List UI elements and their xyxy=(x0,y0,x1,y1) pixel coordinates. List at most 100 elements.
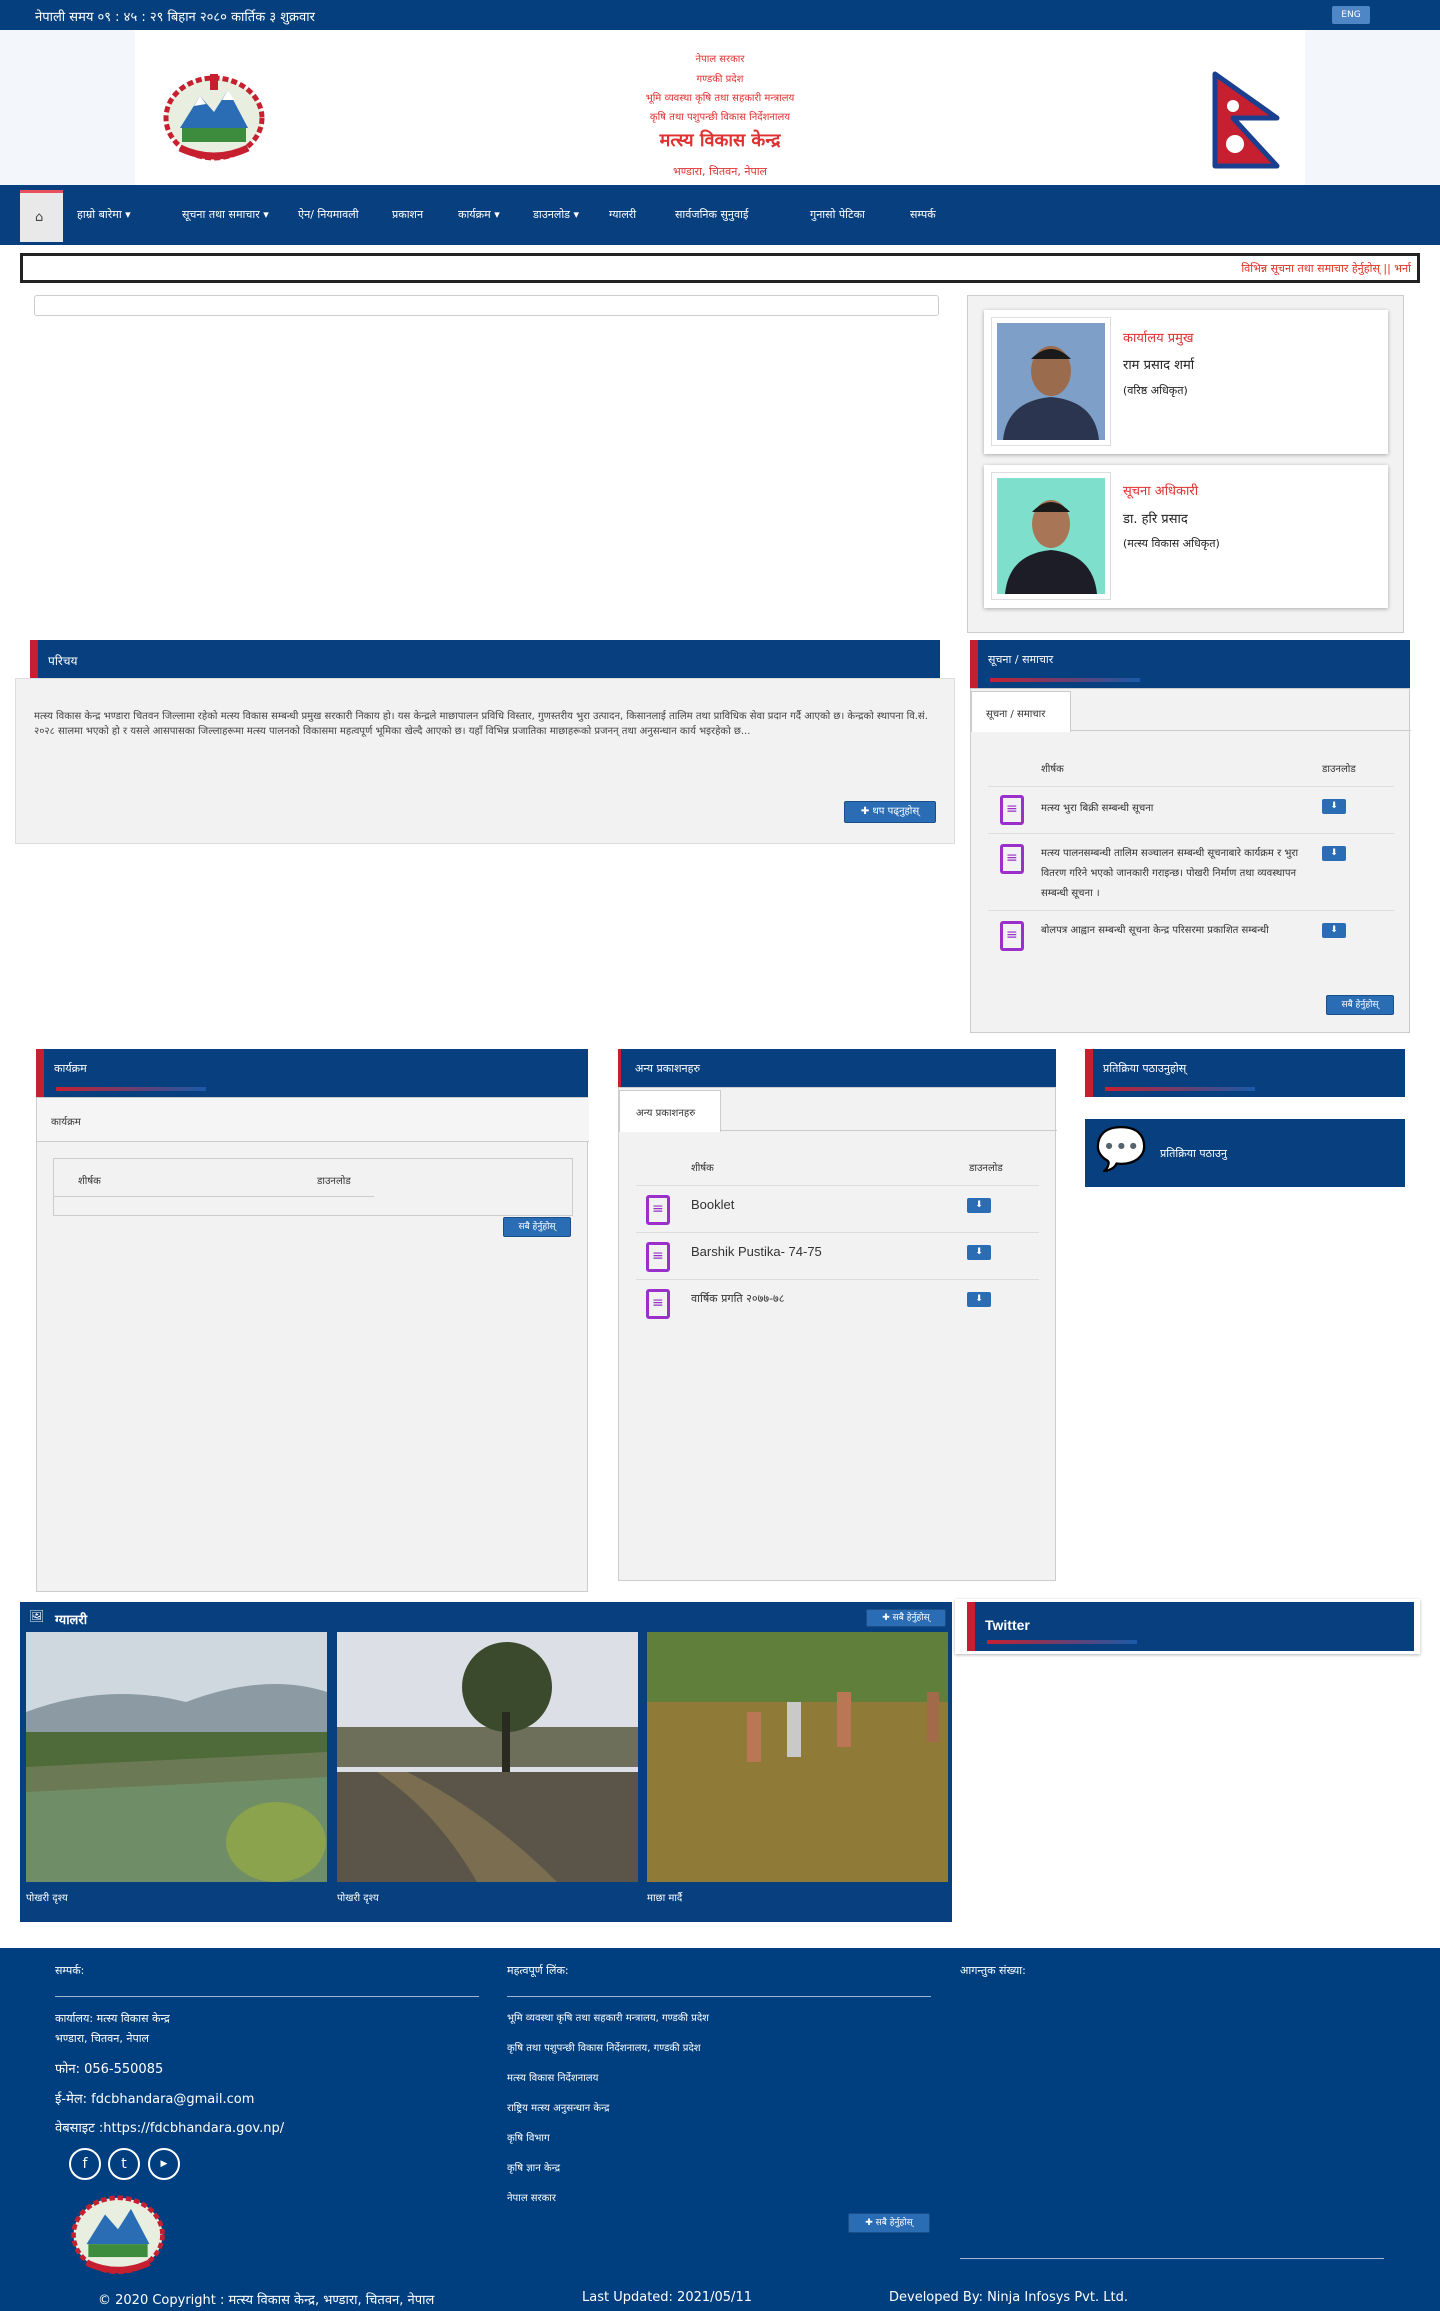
footer-link[interactable]: नेपाल सरकार xyxy=(507,2190,556,2204)
gallery-photo-2[interactable] xyxy=(337,1632,638,1882)
chat-bubble-icon: 💬 xyxy=(1095,1124,1148,1173)
gallery-photo-1[interactable] xyxy=(26,1632,327,1882)
site-footer: सम्पर्क: कार्यालय: मत्स्य विकास केन्द्र … xyxy=(0,1948,1440,2311)
header-line-1: नेपाल सरकार xyxy=(695,54,745,65)
footer-links-view-all-button[interactable]: ✚ सबै हेर्नुहोस् xyxy=(848,2213,930,2233)
publication-row[interactable]: Barshik Pustika- 74-75 xyxy=(636,1233,1039,1280)
document-icon xyxy=(646,1242,670,1272)
nav-item-download[interactable]: डाउनलोड ▾ xyxy=(533,207,579,222)
col-download: डाउनलोड xyxy=(1322,764,1356,775)
gallery-caption: पोखरी दृश्य xyxy=(337,1893,379,1904)
download-icon[interactable] xyxy=(967,1292,991,1307)
publication-title[interactable]: वार्षिक प्रगति २०७७-७८ xyxy=(691,1291,784,1306)
news-ticker[interactable]: विभिन्न सूचना तथा समाचार हेर्नुहोस् || भ… xyxy=(20,253,1420,283)
gallery-caption: पोखरी दृश्य xyxy=(26,1893,68,1904)
footer-link[interactable]: राष्ट्रिय मत्स्य अनुसन्धान केन्द्र xyxy=(507,2100,609,2114)
twitter-icon[interactable]: t xyxy=(108,2148,140,2180)
footer-developer[interactable]: Developed By: Ninja Infosys Pvt. Ltd. xyxy=(889,2290,1128,2305)
chief-photo xyxy=(997,323,1105,440)
footer-link[interactable]: कृषि विभाग xyxy=(507,2130,550,2144)
footer-link[interactable]: मत्स्य विकास निर्देशनालय xyxy=(507,2070,598,2084)
nav-item-gallery[interactable]: ग्यालरी xyxy=(609,207,636,222)
notice-title[interactable]: मत्स्य पालनसम्बन्धी तालिम सञ्चालन सम्बन्… xyxy=(1041,844,1301,904)
notice-title[interactable]: बोलपत्र आह्वान सम्बन्धी सूचना केन्द्र पर… xyxy=(1041,921,1301,941)
twitter-widget: Twitter xyxy=(955,1599,1420,1654)
publication-title[interactable]: Booklet xyxy=(691,1197,734,1212)
programs-heading: कार्यक्रम xyxy=(54,1062,87,1075)
footer-website[interactable]: वेबसाइट :https://fdcbhandara.gov.np/ xyxy=(55,2118,284,2136)
publications-heading: अन्य प्रकाशनहरु xyxy=(635,1062,701,1075)
tab-programs[interactable]: कार्यक्रम xyxy=(51,1114,81,1128)
tab-publications[interactable]: अन्य प्रकाशनहरु xyxy=(619,1090,721,1132)
footer-link[interactable]: कृषि तथा पशुपन्छी विकास निर्देशनालय, गण्… xyxy=(507,2040,701,2054)
notice-title[interactable]: मत्स्य भुरा बिक्री सम्बन्धी सूचना xyxy=(1041,799,1301,819)
site-address: भण्डारा, चितवन, नेपाल xyxy=(672,165,767,178)
gallery-caption: माछा मार्दै xyxy=(647,1893,683,1904)
publication-row[interactable]: Booklet xyxy=(636,1186,1039,1233)
col-title: शीर्षक xyxy=(691,1163,714,1174)
site-title: मत्स्य विकास केन्द्र xyxy=(659,130,781,151)
footer-link[interactable]: कृषि ज्ञान केन्द्र xyxy=(507,2160,560,2174)
image-slider[interactable] xyxy=(34,295,939,316)
twitter-heading: Twitter xyxy=(985,1617,1030,1633)
ticker-text[interactable]: विभिन्न सूचना तथा समाचार हेर्नुहोस् || भ… xyxy=(1241,261,1411,276)
notice-row[interactable]: मत्स्य भुरा बिक्री सम्बन्धी सूचना xyxy=(988,787,1394,834)
footer-phone: फोन: 056-550085 xyxy=(55,2062,164,2077)
footer-contact-heading: सम्पर्क: xyxy=(55,1964,85,1977)
feedback-header: प्रतिक्रिया पठाउनुहोस् xyxy=(1085,1049,1405,1097)
intro-heading: परिचय xyxy=(48,654,78,668)
facebook-icon[interactable]: f xyxy=(69,2148,101,2180)
publications-header: अन्य प्रकाशनहरु xyxy=(618,1049,1056,1087)
notices-panel: सूचना / समाचार शीर्षक डाउनलोड मत्स्य भुर… xyxy=(970,688,1411,1033)
main-navigation: ⌂ हाम्रो बारेमा ▾ सूचना तथा समाचार ▾ ऐन/… xyxy=(0,185,1440,245)
intro-read-more-button[interactable]: ✚ थप पढ्नुहोस् xyxy=(844,801,936,823)
header-line-2: गण्डकी प्रदेश xyxy=(696,74,744,85)
document-icon xyxy=(646,1195,670,1225)
footer-link[interactable]: भूमि व्यवस्था कृषि तथा सहकारी मन्त्रालय,… xyxy=(507,2010,709,2024)
publication-row[interactable]: वार्षिक प्रगति २०७७-७८ xyxy=(636,1280,1039,1327)
feedback-button[interactable]: 💬 प्रतिक्रिया पठाउनु xyxy=(1085,1119,1405,1187)
programs-table: शीर्षक डाउनलोड xyxy=(53,1158,573,1216)
official-name: राम प्रसाद शर्मा xyxy=(1123,358,1195,373)
gallery-photo-3[interactable] xyxy=(647,1632,948,1882)
notices-header: सूचना / समाचार xyxy=(970,640,1410,688)
download-icon[interactable] xyxy=(1322,923,1346,938)
notices-view-all-button[interactable]: सबै हेर्नुहोस् xyxy=(1326,995,1394,1015)
nav-item-news[interactable]: सूचना तथा समाचार ▾ xyxy=(182,207,269,222)
youtube-icon[interactable]: ▶ xyxy=(148,2148,180,2180)
info-officer-photo xyxy=(997,478,1105,594)
download-icon[interactable] xyxy=(1322,799,1346,814)
feedback-heading: प्रतिक्रिया पठाउनुहोस् xyxy=(1103,1062,1187,1075)
nav-item-about[interactable]: हाम्रो बारेमा ▾ xyxy=(77,207,131,222)
footer-copyright: © 2020 Copyright : मत्स्य विकास केन्द्र,… xyxy=(98,2293,435,2308)
site-header: नेपाल सरकार गण्डकी प्रदेश भूमि व्यवस्था … xyxy=(0,30,1440,185)
download-icon[interactable] xyxy=(1322,846,1346,861)
header-line-3: भूमि व्यवस्था कृषि तथा सहकारी मन्त्रालय xyxy=(645,93,795,104)
col-title: शीर्षक xyxy=(1041,764,1064,775)
nav-item-publication[interactable]: प्रकाशन xyxy=(392,207,423,222)
nav-item-program[interactable]: कार्यक्रम ▾ xyxy=(458,207,500,222)
notice-row[interactable]: बोलपत्र आह्वान सम्बन्धी सूचना केन्द्र पर… xyxy=(988,911,1394,969)
nav-item-public-hearing[interactable]: सार्वजनिक सुनुवाई xyxy=(675,207,748,222)
download-icon[interactable] xyxy=(967,1245,991,1260)
programs-panel: कार्यक्रम शीर्षक डाउनलोड सबै हेर्नुहोस् xyxy=(36,1097,589,1592)
document-icon xyxy=(1000,844,1024,874)
gallery-view-all-button[interactable]: ✚ सबै हेर्नुहोस् xyxy=(866,1609,946,1627)
tab-notices[interactable]: सूचना / समाचार xyxy=(971,691,1071,732)
programs-view-all-button[interactable]: सबै हेर्नुहोस् xyxy=(503,1217,571,1237)
nav-home-button[interactable]: ⌂ xyxy=(20,190,63,242)
nav-item-contact[interactable]: सम्पर्क xyxy=(910,207,936,222)
publications-panel: अन्य प्रकाशनहरु शीर्षक डाउनलोड Booklet B… xyxy=(618,1087,1057,1581)
language-toggle-button[interactable]: ENG xyxy=(1332,6,1370,24)
download-icon[interactable] xyxy=(967,1198,991,1213)
col-download: डाउनलोड xyxy=(317,1176,351,1187)
col-download: डाउनलोड xyxy=(969,1163,1003,1174)
nav-item-acts[interactable]: ऐन/ नियमावली xyxy=(298,207,359,222)
footer-last-updated: Last Updated: 2021/05/11 xyxy=(582,2290,752,2305)
publication-title[interactable]: Barshik Pustika- 74-75 xyxy=(691,1244,822,1259)
nepal-flag-icon xyxy=(1212,71,1280,169)
footer-email[interactable]: ई-मेल: fdcbhandara@gmail.com xyxy=(55,2089,254,2107)
notice-row[interactable]: मत्स्य पालनसम्बन्धी तालिम सञ्चालन सम्बन्… xyxy=(988,834,1394,911)
nav-item-grievance[interactable]: गुनासो पेटिका xyxy=(810,207,865,222)
intro-header: परिचय xyxy=(30,640,940,678)
